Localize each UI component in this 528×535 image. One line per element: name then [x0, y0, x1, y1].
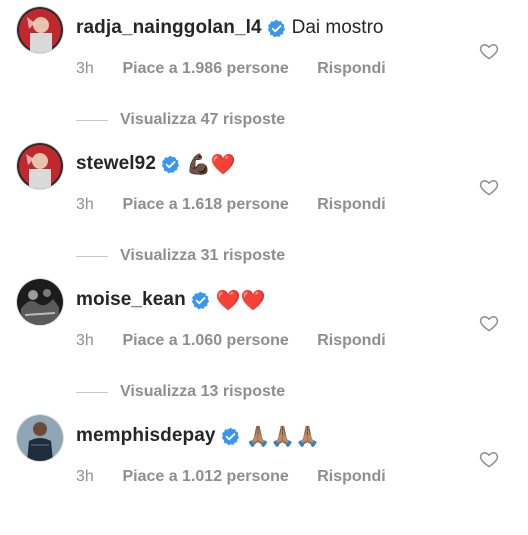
comment-emoji: 💪🏿❤️: [186, 152, 236, 176]
replies-divider: [76, 119, 108, 121]
username[interactable]: stewel92: [76, 149, 156, 179]
avatar[interactable]: [17, 415, 63, 461]
verified-badge-icon: [267, 19, 286, 38]
comment-line: moise_kean ❤️❤️: [76, 285, 269, 315]
comment-item: radja_nainggolan_l4 Dai mostro 3h Piace …: [0, 7, 528, 128]
username[interactable]: radja_nainggolan_l4: [76, 13, 262, 43]
view-replies-button[interactable]: Visualizza 31 risposte: [76, 245, 285, 267]
verified-badge-icon: [191, 291, 210, 310]
likes-count-link[interactable]: Piace a 1.986 persone: [122, 58, 288, 80]
comment-line: stewel92 💪🏿❤️: [76, 149, 239, 179]
comment-item: memphisdepay 🙏🏽🙏🏽🙏🏽 3h Piace a 1.012 per…: [0, 415, 528, 535]
comment-item: stewel92 💪🏿❤️ 3h Piace a 1.618 persone R…: [0, 143, 528, 264]
heart-outline-icon[interactable]: [479, 313, 499, 333]
comment-line: radja_nainggolan_l4 Dai mostro: [76, 13, 383, 43]
timestamp: 3h: [76, 468, 94, 485]
verified-badge-icon: [161, 155, 180, 174]
comment-meta: 3h Piace a 1.060 persone Rispondi: [76, 330, 386, 352]
verified-badge-icon: [221, 427, 240, 446]
view-replies-label: Visualizza 13 risposte: [120, 383, 286, 400]
likes-count-link[interactable]: Piace a 1.618 persone: [122, 194, 288, 216]
timestamp: 3h: [76, 60, 94, 77]
view-replies-button[interactable]: Visualizza 13 risposte: [76, 381, 285, 403]
timestamp: 3h: [76, 196, 94, 213]
heart-outline-icon[interactable]: [479, 449, 499, 469]
avatar-photo-icon: [17, 279, 63, 325]
view-replies-label: Visualizza 31 risposte: [120, 247, 286, 264]
avatar[interactable]: [17, 143, 63, 189]
username[interactable]: moise_kean: [76, 285, 186, 315]
replies-divider: [76, 391, 108, 393]
reply-button[interactable]: Rispondi: [317, 194, 385, 216]
likes-count-link[interactable]: Piace a 1.012 persone: [122, 466, 288, 488]
reply-button[interactable]: Rispondi: [317, 58, 385, 80]
comment-emoji: ❤️❤️: [215, 288, 266, 312]
avatar-photo-icon: [17, 7, 63, 53]
view-replies-label: Visualizza 47 risposte: [120, 111, 286, 128]
comment-text: Dai mostro: [291, 17, 384, 38]
comment-item: moise_kean ❤️❤️ 3h Piace a 1.060 persone…: [0, 279, 528, 400]
username[interactable]: memphisdepay: [76, 421, 216, 451]
replies-divider: [76, 255, 108, 257]
reply-button[interactable]: Rispondi: [317, 330, 385, 352]
timestamp: 3h: [76, 332, 94, 349]
avatar-photo-icon: [17, 415, 63, 461]
avatar[interactable]: [17, 7, 63, 53]
heart-outline-icon[interactable]: [479, 177, 499, 197]
avatar-photo-icon: [17, 143, 63, 189]
comment-emoji: 🙏🏽🙏🏽🙏🏽: [245, 424, 321, 448]
comment-meta: 3h Piace a 1.012 persone Rispondi: [76, 466, 386, 488]
comment-meta: 3h Piace a 1.618 persone Rispondi: [76, 194, 386, 216]
avatar[interactable]: [17, 279, 63, 325]
heart-outline-icon[interactable]: [479, 41, 499, 61]
comment-line: memphisdepay 🙏🏽🙏🏽🙏🏽: [76, 421, 323, 451]
comment-meta: 3h Piace a 1.986 persone Rispondi: [76, 58, 386, 80]
view-replies-button[interactable]: Visualizza 47 risposte: [76, 109, 285, 131]
reply-button[interactable]: Rispondi: [317, 466, 385, 488]
likes-count-link[interactable]: Piace a 1.060 persone: [122, 330, 288, 352]
